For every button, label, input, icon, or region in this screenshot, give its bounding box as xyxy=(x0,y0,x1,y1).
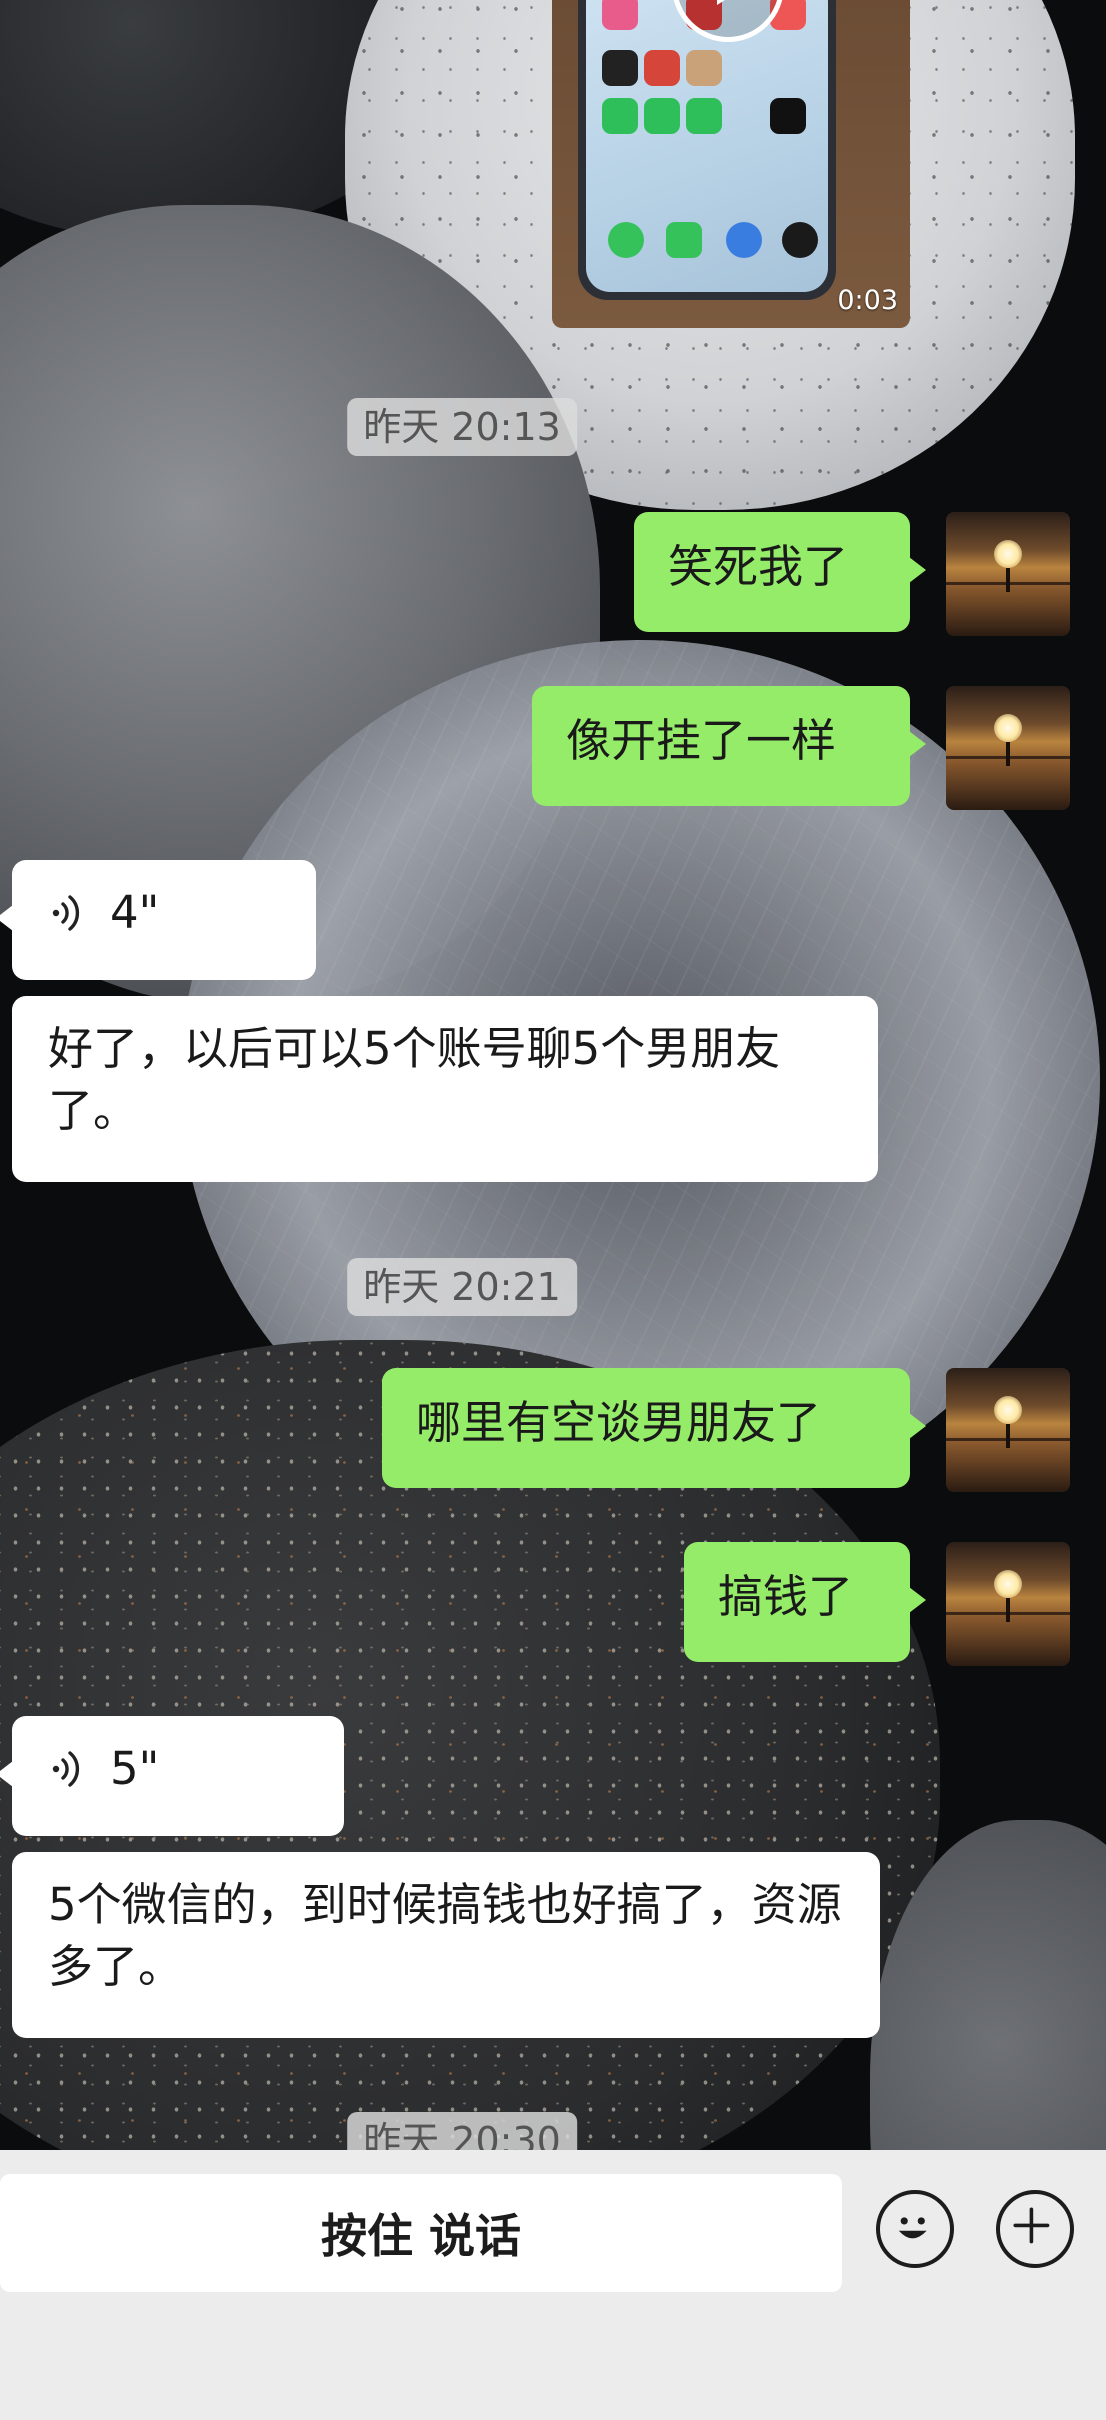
received-message[interactable]: 好了，以后可以5个账号聊5个男朋友了。 xyxy=(12,996,878,1182)
plus-icon[interactable] xyxy=(996,2190,1074,2268)
hold-to-talk-button[interactable]: 按住 说话 xyxy=(0,2174,842,2292)
avatar[interactable] xyxy=(946,512,1070,636)
voice-message[interactable]: 4" xyxy=(0,860,316,980)
voice-wave-icon xyxy=(52,895,80,931)
video-thumbnail xyxy=(578,0,836,300)
sent-message[interactable]: 像开挂了一样 xyxy=(532,686,926,806)
message-text: 像开挂了一样 xyxy=(566,714,837,767)
timestamp: 昨天 20:21 xyxy=(347,1258,577,1316)
message-text: 搞钱了 xyxy=(718,1570,854,1623)
voice-duration: 4" xyxy=(110,886,160,939)
voice-message[interactable]: 5" xyxy=(0,1716,344,1836)
voice-wave-icon xyxy=(52,1751,80,1787)
message-text: 5个微信的，到时候搞钱也好搞了，资源多了。 xyxy=(48,1878,842,1993)
sent-message[interactable]: 哪里有空谈男朋友了 xyxy=(382,1368,926,1488)
video-duration: 0:03 xyxy=(837,285,898,316)
message-text: 哪里有空谈男朋友了 xyxy=(416,1396,822,1449)
video-message[interactable]: 0:03 xyxy=(552,0,910,328)
received-message[interactable]: 5个微信的，到时候搞钱也好搞了，资源多了。 xyxy=(12,1852,880,2038)
message-text: 好了，以后可以5个账号聊5个男朋友了。 xyxy=(48,1022,781,1137)
sent-message[interactable]: 搞钱了 xyxy=(684,1542,926,1662)
sent-message[interactable]: 笑死我了 xyxy=(634,512,926,632)
avatar[interactable] xyxy=(946,686,1070,810)
chat-input-bar: 按住 说话 xyxy=(0,2150,1106,2420)
message-text: 笑死我了 xyxy=(668,540,849,593)
avatar[interactable] xyxy=(946,1542,1070,1666)
timestamp: 昨天 20:13 xyxy=(347,398,577,456)
emoji-icon[interactable] xyxy=(876,2190,954,2268)
voice-duration: 5" xyxy=(110,1742,160,1795)
avatar[interactable] xyxy=(946,1368,1070,1492)
